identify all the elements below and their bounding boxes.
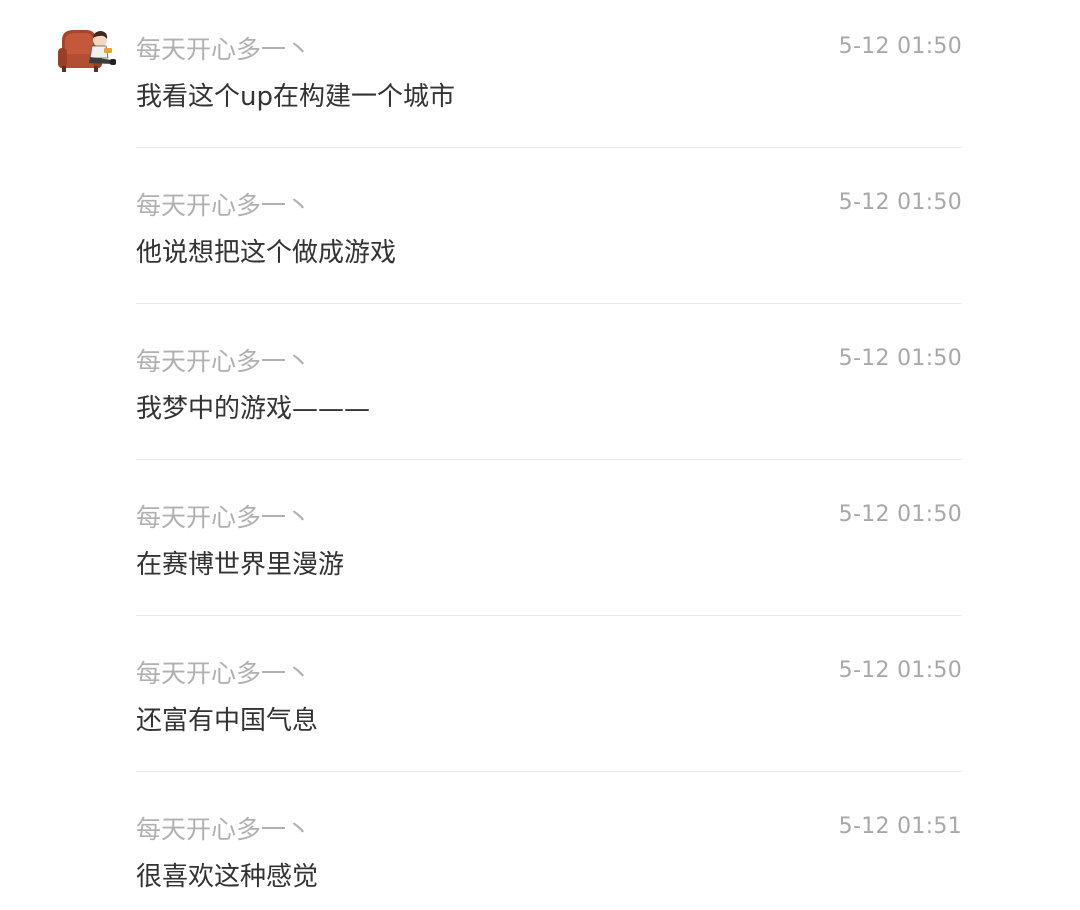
comment-author[interactable]: 每天开心多一丶: [136, 659, 311, 689]
comment-time: 5-12 01:50: [838, 34, 962, 59]
comment-author[interactable]: 每天开心多一丶: [136, 503, 311, 533]
comment-text: 很喜欢这种感觉: [136, 862, 319, 892]
comment-text: 在赛博世界里漫游: [136, 550, 345, 580]
comment-text: 他说想把这个做成游戏: [136, 238, 397, 268]
divider: [136, 615, 962, 616]
comment-time: 5-12 01:50: [838, 190, 962, 215]
comment-time: 5-12 01:50: [838, 346, 962, 371]
comment-author[interactable]: 每天开心多一丶: [136, 35, 311, 65]
comment-author[interactable]: 每天开心多一丶: [136, 347, 311, 377]
divider: [136, 771, 962, 772]
comment-feed: 每天开心多一丶 5-12 01:50 我看这个up在构建一个城市 每天开心多一丶…: [0, 0, 1080, 910]
comment-item: 每天开心多一丶 5-12 01:51 很喜欢这种感觉: [136, 791, 962, 910]
comment-time: 5-12 01:51: [838, 814, 962, 839]
comment-author[interactable]: 每天开心多一丶: [136, 191, 311, 221]
comment-item: 每天开心多一丶 5-12 01:50 我梦中的游戏———: [136, 323, 962, 479]
divider: [136, 303, 962, 304]
comment-item: 每天开心多一丶 5-12 01:50 他说想把这个做成游戏: [136, 167, 962, 323]
comment-item: 每天开心多一丶 5-12 01:50 在赛博世界里漫游: [136, 479, 962, 635]
comment-item: 每天开心多一丶 5-12 01:50 还富有中国气息: [136, 635, 962, 791]
divider: [136, 459, 962, 460]
comment-text: 我看这个up在构建一个城市: [136, 82, 455, 112]
comment-time: 5-12 01:50: [838, 658, 962, 683]
comment-time: 5-12 01:50: [838, 502, 962, 527]
cartoon-person-in-armchair-icon: [58, 30, 116, 72]
divider: [136, 147, 962, 148]
comment-text: 我梦中的游戏———: [136, 394, 371, 424]
comment-text: 还富有中国气息: [136, 706, 319, 736]
avatar[interactable]: [56, 26, 118, 78]
comment-item: 每天开心多一丶 5-12 01:50 我看这个up在构建一个城市: [136, 11, 962, 167]
comment-author[interactable]: 每天开心多一丶: [136, 815, 311, 845]
